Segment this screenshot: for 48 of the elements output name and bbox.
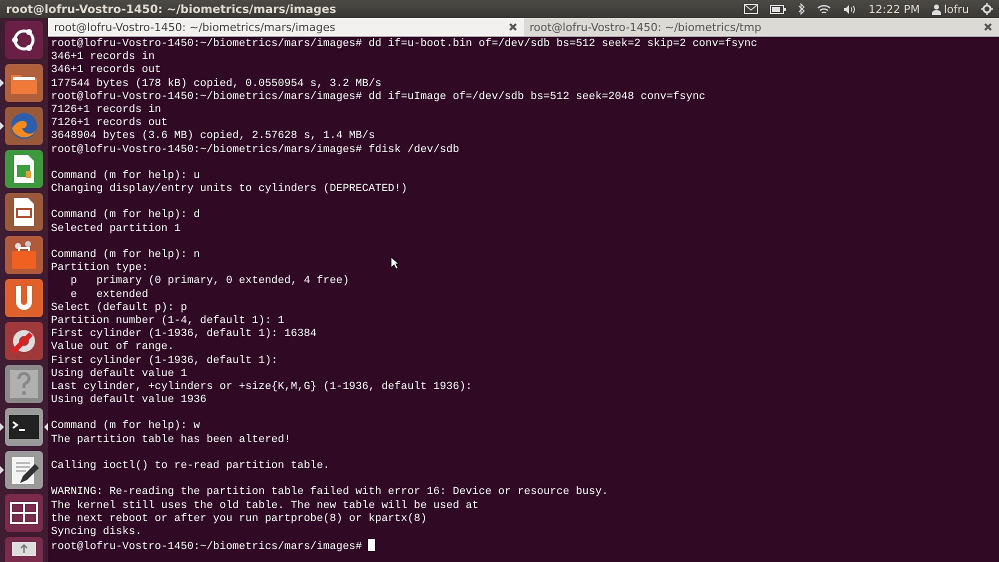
user-icon[interactable] <box>932 4 941 14</box>
terminal-line: Partition number (1-4, default 1): 1 <box>51 314 284 328</box>
terminal-line: Command (m for help): w <box>51 420 200 434</box>
terminal-line: Value out of range. <box>51 341 174 354</box>
bluetooth-icon[interactable] <box>798 3 805 15</box>
terminal-line: The partition table has been altered! <box>51 434 291 447</box>
terminal-line: 346+1 records in <box>51 51 155 64</box>
close-icon[interactable] <box>983 22 993 32</box>
terminal-line: Using default value 1936 <box>51 394 207 408</box>
terminal-line: The kernel still uses the old table. The new table will be used at <box>51 500 479 513</box>
terminal-line: 3648904 bytes (3.6 MB) copied, 2.57628 s, 1.4 MB/s <box>51 130 375 144</box>
mail-icon[interactable] <box>744 4 758 14</box>
terminal-line: Using default value 1 <box>51 368 188 381</box>
terminal-line: p primary (0 primary, 0 extended, 4 free) <box>69 275 350 289</box>
terminal-line: 346+1 records out <box>51 64 162 78</box>
terminal-prompt: root@lofru-Vostro-1450:~/biometrics/mars/images# <box>51 541 362 554</box>
terminal-line: WARNING: Re-reading the partition table failed with error 16: Device or resource busy. <box>51 486 608 500</box>
terminal-line: Selected partition 1 <box>51 222 181 236</box>
terminal-line: the next reboot or after you run partprobe(8) or kpartx(8) <box>51 512 427 526</box>
volume-icon[interactable] <box>842 4 857 14</box>
wifi-icon[interactable] <box>816 4 831 14</box>
terminal-line: e extended <box>69 288 148 302</box>
terminal-line: Select (default p): p <box>51 302 188 315</box>
terminal-tab[interactable]: root@lofru-Vostro-1450: ~/biometrics/mars/images <box>48 18 524 36</box>
terminal-line: First cylinder (1-1936, default 1): <box>51 354 278 368</box>
terminal-line: First cylinder (1-1936, default 1): 16384 <box>51 328 317 341</box>
terminal-line: Changing display/entry units to cylinders (DEPRECATED!) <box>51 183 408 196</box>
terminal-line: root@lofru-Vostro-1450:~/biometrics/mars/images# dd if=uImage of=/dev/sdb bs=512 seek=2048 conv=fsync <box>51 90 706 104</box>
terminal-line: 7126+1 records out <box>51 117 168 130</box>
window-title: root@lofru-Vostro-1450: ~/biometrics/mars/images <box>6 2 338 16</box>
terminal-line: 177544 bytes (178 kB) copied, 0.0550954 s, 3.2 MB/s <box>51 78 382 91</box>
battery-icon[interactable] <box>770 4 786 14</box>
terminal-line: root@lofru-Vostro-1450:~/biometrics/mars/images# dd if=u-boot.bin of=/dev/sdb bs=512 seek=2 skip=2 conv=fsync <box>51 38 758 51</box>
terminal-line: Syncing disks. <box>51 526 142 540</box>
terminal-tab[interactable]: root@lofru-Vostro-1450: ~/biometrics/tmp <box>524 18 999 36</box>
terminal-line: Command (m for help): d <box>51 209 200 223</box>
terminal-line: Command (m for help): u <box>51 170 200 183</box>
terminal-line: Last cylinder, +cylinders or +size{K,M,G} (1-1936, default 1936): <box>51 380 472 394</box>
close-icon[interactable] <box>508 22 518 32</box>
clock[interactable]: 12:22 PM <box>868 2 920 16</box>
mouse-pointer-icon <box>390 256 399 270</box>
terminal-line: 7126+1 records in <box>51 104 162 117</box>
terminal-line: Command (m for help): n <box>51 249 200 262</box>
user-name[interactable]: lofru <box>944 2 969 16</box>
terminal-line: root@lofru-Vostro-1450:~/biometrics/mars/images# fdisk /dev/sdb <box>51 144 460 157</box>
terminal-line: Partition type: <box>51 262 148 275</box>
terminal-line: Calling ioctl() to re-read partition table. <box>51 460 330 474</box>
text-cursor <box>368 539 376 552</box>
